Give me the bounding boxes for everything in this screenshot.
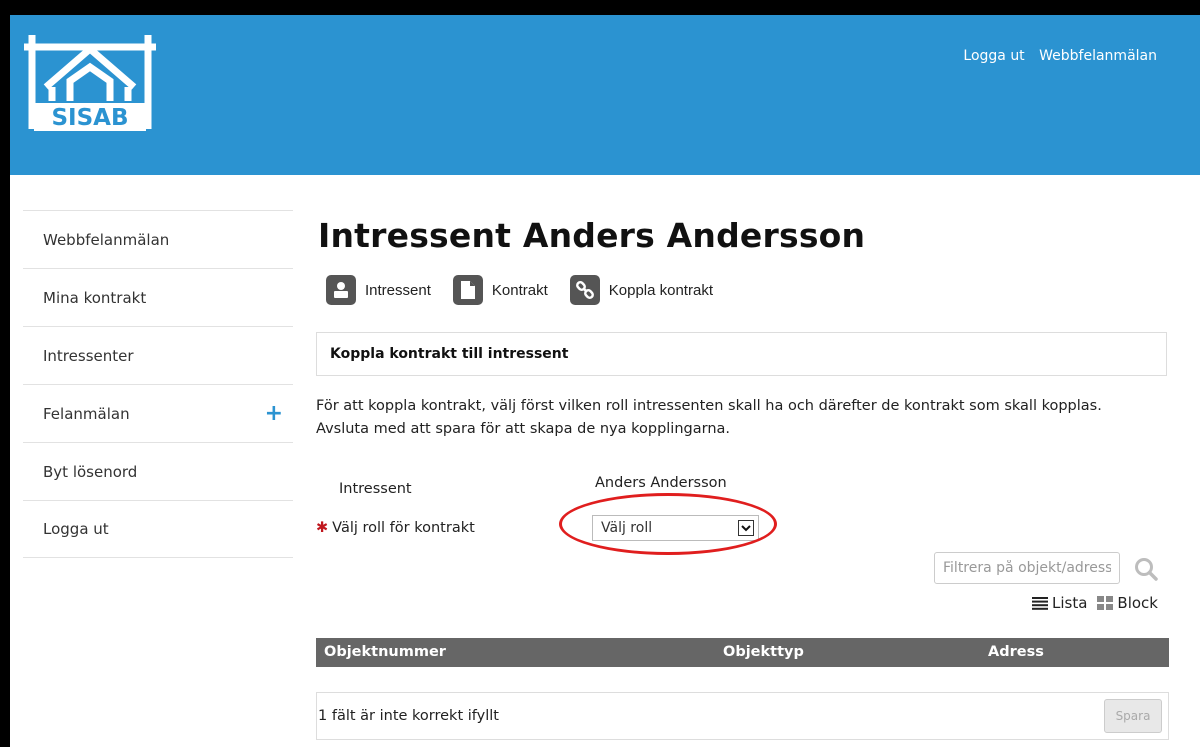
tab-bar: Intressent Kontrakt Koppla kontrakt xyxy=(326,275,735,305)
table-header: Objektnummer Objekttyp Adress xyxy=(316,638,1169,667)
required-icon: ✱ xyxy=(316,520,329,536)
view-block-option[interactable]: Block xyxy=(1097,594,1158,612)
validation-message: 1 fält är inte korrekt ifyllt xyxy=(318,708,499,724)
tab-label: Koppla kontrakt xyxy=(608,281,713,299)
document-icon xyxy=(452,275,483,305)
sidebar-item-intressenter[interactable]: Intressenter xyxy=(23,326,293,384)
sidebar-item-felanmalan[interactable]: Felanmälan + xyxy=(23,384,293,442)
role-select-value: Välj roll xyxy=(601,520,653,536)
tab-kontrakt[interactable]: Kontrakt xyxy=(452,275,548,305)
tab-koppla-kontrakt[interactable]: Koppla kontrakt xyxy=(569,275,713,305)
column-header-objekttyp[interactable]: Objekttyp xyxy=(723,644,804,660)
top-links: Logga ut Webbfelanmälan xyxy=(953,48,1157,64)
tab-label: Kontrakt xyxy=(491,281,548,299)
sisab-logo[interactable]: SISAB xyxy=(24,29,156,137)
chevron-down-icon xyxy=(738,520,754,536)
instructions-line: För att koppla kontrakt, välj först vilk… xyxy=(316,398,1102,414)
save-button[interactable]: Spara xyxy=(1104,699,1162,733)
view-block-label: Block xyxy=(1117,594,1158,612)
panel-header: Koppla kontrakt till intressent xyxy=(316,332,1167,376)
instructions-line: Avsluta med att spara för att skapa de n… xyxy=(316,421,731,437)
logout-link[interactable]: Logga ut xyxy=(963,48,1024,64)
site-header: SISAB Logga ut Webbfelanmälan xyxy=(10,15,1200,175)
webbfelanmalan-link[interactable]: Webbfelanmälan xyxy=(1039,48,1157,64)
search-icon[interactable] xyxy=(1133,556,1159,582)
form-footer: 1 fält är inte korrekt ifyllt Spara xyxy=(316,692,1169,740)
list-icon xyxy=(1032,596,1048,610)
intressent-label: Intressent xyxy=(339,481,412,497)
sidebar-item-label: Felanmälan xyxy=(43,404,130,423)
sidebar-item-label: Logga ut xyxy=(43,520,109,538)
role-label: Välj roll för kontrakt xyxy=(332,520,475,536)
app-frame: SISAB Logga ut Webbfelanmälan Webbfelanm… xyxy=(10,15,1200,747)
filter-input[interactable] xyxy=(934,552,1120,584)
sidebar-item-logga-ut[interactable]: Logga ut xyxy=(23,500,293,558)
grid-icon xyxy=(1097,596,1114,610)
column-header-objektnummer[interactable]: Objektnummer xyxy=(324,644,446,660)
column-header-adress[interactable]: Adress xyxy=(988,644,1044,660)
sidebar-item-mina-kontrakt[interactable]: Mina kontrakt xyxy=(23,268,293,326)
view-list-option[interactable]: Lista xyxy=(1032,594,1087,612)
tab-label: Intressent xyxy=(365,281,431,299)
sidebar-item-label: Webbfelanmälan xyxy=(43,230,170,249)
plus-icon[interactable]: + xyxy=(265,402,283,425)
role-label-row: ✱ Välj roll för kontrakt xyxy=(316,520,475,536)
svg-text:SISAB: SISAB xyxy=(51,105,128,131)
view-list-label: Lista xyxy=(1052,594,1088,612)
sidebar-item-webbfelanmalan[interactable]: Webbfelanmälan xyxy=(23,210,293,268)
link-icon xyxy=(569,275,600,305)
sidebar-item-byt-losenord[interactable]: Byt lösenord xyxy=(23,442,293,500)
sidebar-item-label: Mina kontrakt xyxy=(43,288,147,307)
instructions: För att koppla kontrakt, välj först vilk… xyxy=(316,395,1169,441)
view-toggle: Lista Block xyxy=(1022,594,1158,612)
sidebar-item-label: Intressenter xyxy=(43,346,134,365)
user-icon xyxy=(326,275,356,305)
sidebar-item-label: Byt lösenord xyxy=(43,462,138,481)
role-select[interactable]: Välj roll xyxy=(592,515,759,541)
intressent-value: Anders Andersson xyxy=(595,475,727,491)
page-title: Intressent Anders Andersson xyxy=(318,216,866,255)
sidebar: Webbfelanmälan Mina kontrakt Intressente… xyxy=(23,210,293,558)
tab-intressent[interactable]: Intressent xyxy=(326,275,431,305)
